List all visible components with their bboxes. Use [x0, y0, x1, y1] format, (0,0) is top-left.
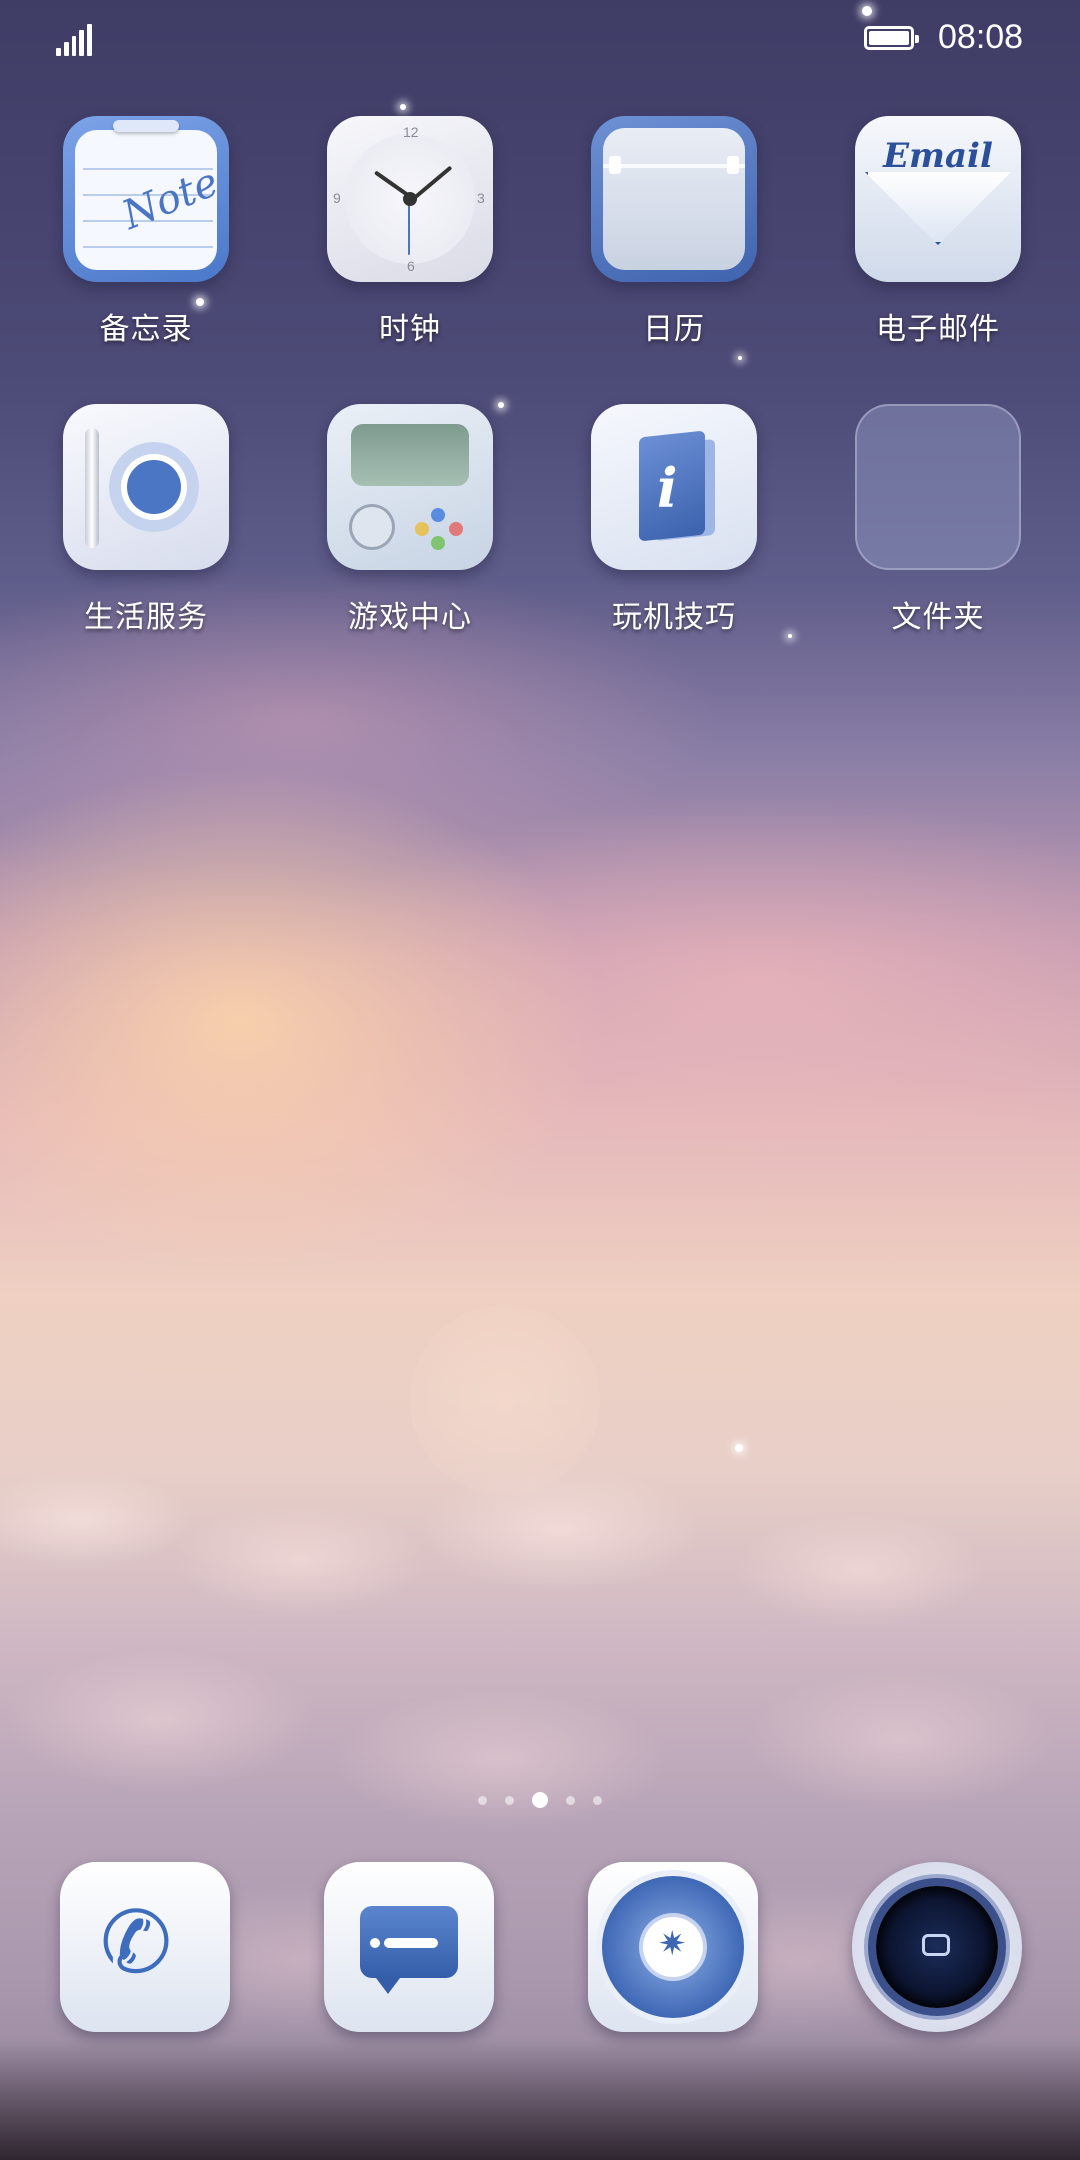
calendar-icon[interactable]	[591, 116, 757, 282]
app-label: 时钟	[379, 312, 441, 347]
app-memo[interactable]: Note 备忘录	[46, 116, 246, 348]
app-label: 文件夹	[891, 600, 985, 635]
dock-browser[interactable]: ✷	[588, 1862, 758, 2032]
page-dot	[478, 1795, 487, 1805]
wallpaper-sun-flare	[410, 1305, 600, 1495]
dock-phone[interactable]: ✆	[60, 1862, 230, 2032]
tips-icon[interactable]: i	[591, 404, 757, 570]
app-label: 游戏中心	[348, 600, 472, 635]
email-icon[interactable]: Email	[855, 116, 1021, 282]
status-bar: 08:08	[0, 0, 1080, 80]
browser-compass-icon[interactable]: ✷	[588, 1862, 758, 2032]
page-dot	[593, 1795, 602, 1805]
email-icon-text: Email	[883, 136, 993, 176]
app-clock[interactable]: 12 3 6 9 时钟	[310, 116, 510, 348]
messages-icon[interactable]	[324, 1862, 494, 2032]
page-dot	[566, 1795, 575, 1805]
app-life-services[interactable]: 生活服务	[46, 404, 246, 636]
status-time: 08:08	[938, 18, 1024, 56]
wallpaper-star	[788, 634, 792, 638]
dock-camera[interactable]	[852, 1862, 1022, 2032]
dock-messages[interactable]	[324, 1862, 494, 2032]
app-label: 备忘录	[99, 312, 193, 347]
tips-icon-text: i	[657, 456, 678, 520]
app-label: 玩机技巧	[612, 600, 736, 635]
wallpaper-star	[738, 356, 742, 360]
page-dot-active	[532, 1792, 548, 1808]
clock-icon[interactable]: 12 3 6 9	[327, 116, 493, 282]
app-game-center[interactable]: 游戏中心	[310, 404, 510, 636]
app-folder[interactable]: 文件夹	[838, 404, 1038, 636]
app-tips[interactable]: i 玩机技巧	[574, 404, 774, 636]
life-services-icon[interactable]	[63, 404, 229, 570]
wallpaper-star	[400, 104, 406, 110]
folder-icon[interactable]	[855, 404, 1021, 570]
battery-icon	[864, 26, 919, 50]
app-label: 日历	[643, 312, 705, 347]
app-label: 生活服务	[84, 600, 208, 635]
note-icon[interactable]: Note	[63, 116, 229, 282]
app-label: 电子邮件	[876, 312, 1000, 347]
wallpaper-star	[735, 1444, 743, 1452]
app-email[interactable]: Email 电子邮件	[838, 116, 1038, 348]
game-center-icon[interactable]	[327, 404, 493, 570]
phone-icon[interactable]: ✆	[60, 1862, 230, 2032]
camera-icon[interactable]	[852, 1862, 1022, 2032]
page-indicator	[0, 1792, 1080, 1808]
wallpaper-grass	[0, 2040, 1080, 2160]
signal-strength-icon	[56, 22, 92, 56]
page-dot	[505, 1795, 514, 1805]
app-calendar[interactable]: 日历	[574, 116, 774, 348]
